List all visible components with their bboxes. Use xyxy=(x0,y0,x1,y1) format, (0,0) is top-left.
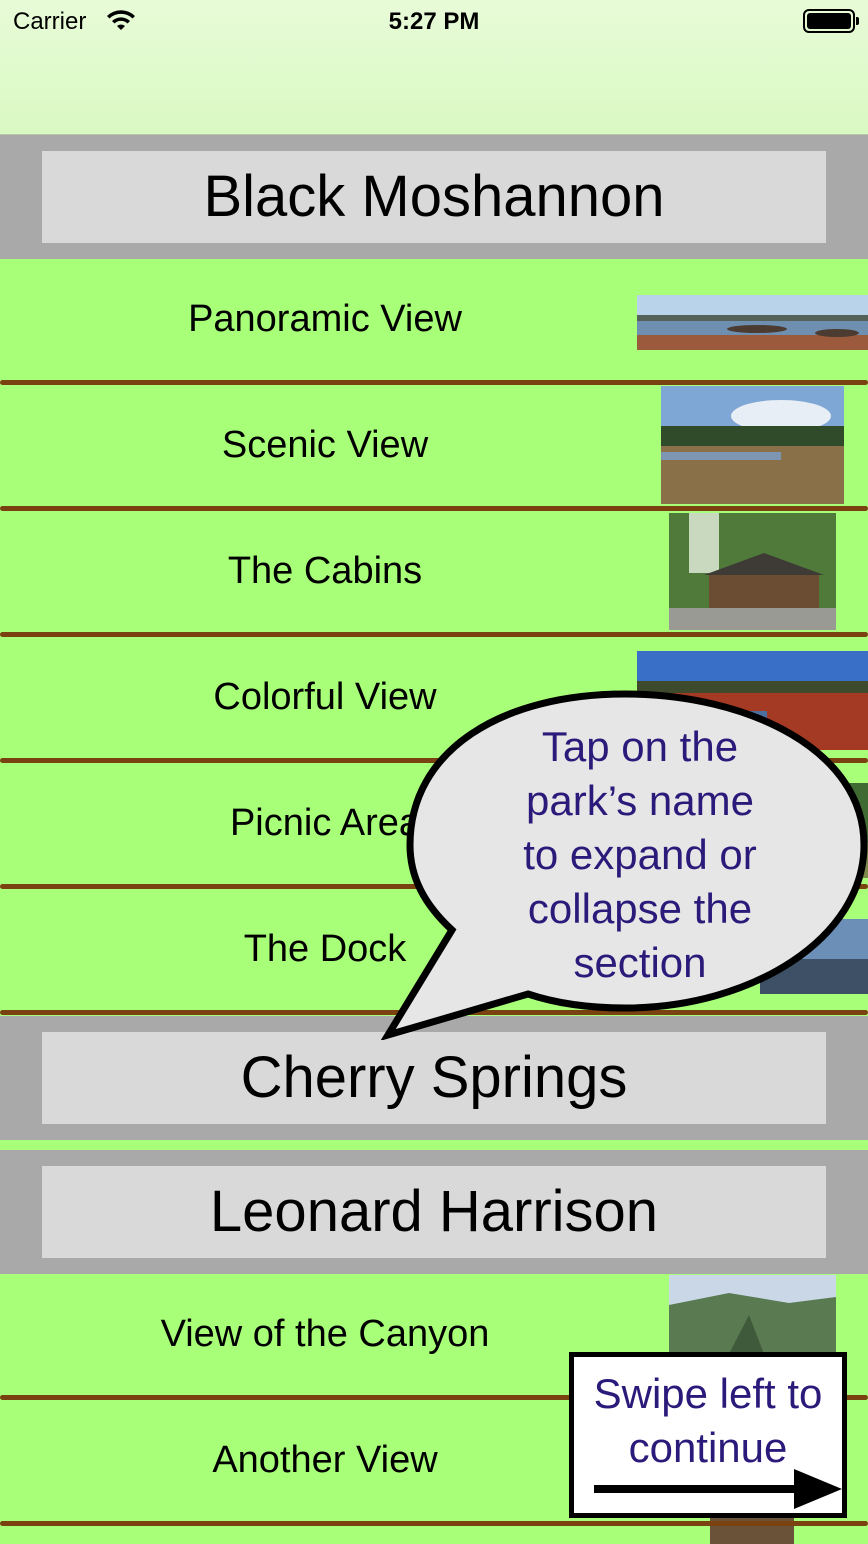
list-item-label: Panoramic View xyxy=(188,298,462,340)
tap-hint-line: Tap on the xyxy=(541,723,739,770)
tap-hint-line: section xyxy=(573,939,707,986)
tap-hint-line: park’s name xyxy=(525,777,754,824)
tap-hint-line: to expand or xyxy=(523,831,757,878)
list-item-label: View of the Canyon xyxy=(160,1313,490,1355)
cabins-thumbnail xyxy=(669,513,836,630)
section-toggle-button[interactable]: Black Moshannon xyxy=(42,151,826,243)
tap-hint-text: Tap on the park’s name to expand or coll… xyxy=(460,720,820,990)
scenic-thumbnail xyxy=(661,386,844,504)
swipe-hint-text: Swipe left to continue xyxy=(574,1367,842,1475)
swipe-hint-line: Swipe left to xyxy=(593,1370,823,1417)
row-divider xyxy=(0,1521,868,1526)
status-bar: Carrier 5:27 PM xyxy=(0,0,868,44)
section-toggle-button[interactable]: Cherry Springs xyxy=(42,1032,826,1124)
section-header-black-moshannon: Black Moshannon xyxy=(0,135,868,259)
tap-hint-line: collapse the xyxy=(527,885,753,932)
list-item[interactable]: The Cabins xyxy=(0,511,868,637)
right-arrow-icon xyxy=(594,1469,842,1509)
list-item-label: Another View xyxy=(212,1439,438,1481)
list-item-label: Scenic View xyxy=(221,424,429,466)
list-item[interactable]: Panoramic View xyxy=(0,259,868,385)
list-item-label: The Cabins xyxy=(227,550,423,592)
swipe-hint-box[interactable]: Swipe left to continue xyxy=(569,1352,847,1518)
navigation-bar: Carrier 5:27 PM xyxy=(0,0,868,135)
clock: 5:27 PM xyxy=(388,8,480,35)
section-header-leonard-harrison: Leonard Harrison xyxy=(0,1150,868,1274)
list-item[interactable]: Scenic View xyxy=(0,385,868,511)
battery-icon xyxy=(803,9,859,33)
section-toggle-button[interactable]: Leonard Harrison xyxy=(42,1166,826,1258)
panorama-thumbnail xyxy=(637,295,868,350)
